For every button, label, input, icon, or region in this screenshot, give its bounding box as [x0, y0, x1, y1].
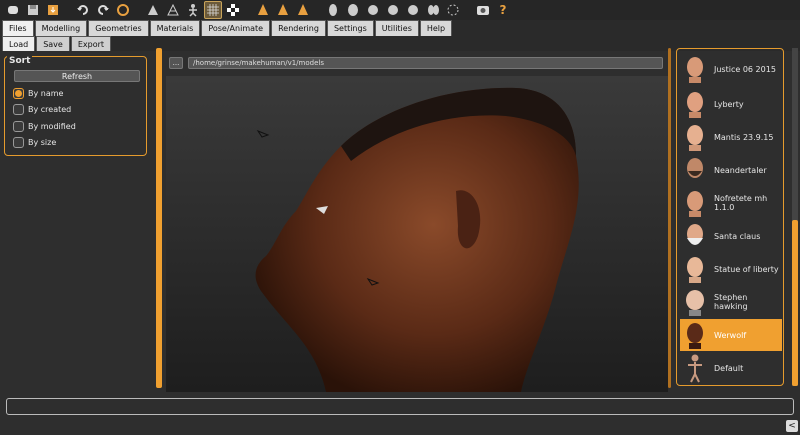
redo-icon[interactable]: [94, 1, 112, 19]
tab-geometries[interactable]: Geometries: [88, 20, 149, 36]
tab-materials[interactable]: Materials: [149, 20, 201, 36]
list-item[interactable]: Lyberty: [680, 88, 782, 120]
face-front-icon[interactable]: [324, 1, 342, 19]
tab-export[interactable]: Export: [70, 36, 112, 51]
tab-files[interactable]: Files: [2, 20, 34, 36]
face-side-icon[interactable]: [344, 1, 362, 19]
screenshot-icon[interactable]: [474, 1, 492, 19]
path-field[interactable]: /home/grinse/makehuman/v1/models: [188, 57, 663, 69]
tab-pose-animate[interactable]: Pose/Animate: [201, 20, 271, 36]
tab-load[interactable]: Load: [2, 36, 36, 51]
3d-viewport[interactable]: [166, 76, 668, 392]
avatar: [680, 54, 710, 84]
radio-icon[interactable]: [13, 103, 24, 115]
model-label: Stephen hawking: [714, 293, 748, 311]
camera-fit-icon[interactable]: [444, 1, 462, 19]
list-item-selected[interactable]: Werwolf: [680, 319, 782, 351]
model-label: Santa claus: [714, 231, 761, 241]
face-3q-icon[interactable]: [364, 1, 382, 19]
face-left-icon[interactable]: [404, 1, 422, 19]
sort-panel: Sort Refresh By name By created By modif…: [4, 56, 147, 156]
front-view-icon[interactable]: [254, 1, 272, 19]
browse-button[interactable]: ...: [169, 57, 183, 69]
model-label: Werwolf: [714, 330, 747, 340]
sort-by-modified[interactable]: By modified: [13, 119, 76, 133]
cursor-icon: [256, 129, 270, 138]
avatar: [680, 155, 710, 185]
tab-settings[interactable]: Settings: [326, 20, 374, 36]
model-label: Neandertaler: [714, 165, 767, 175]
sort-option-label: By size: [28, 137, 57, 147]
back-view-icon[interactable]: [294, 1, 312, 19]
tab-modelling[interactable]: Modelling: [34, 20, 88, 36]
sort-option-label: By created: [28, 104, 72, 114]
list-item[interactable]: Stephen hawking: [680, 286, 782, 318]
tab-save[interactable]: Save: [36, 36, 70, 51]
avatar: [680, 122, 710, 152]
model-label: Default: [714, 363, 744, 373]
face-right-icon[interactable]: [424, 1, 442, 19]
refresh-button[interactable]: Refresh: [14, 70, 140, 82]
model-label: Lyberty: [714, 99, 744, 109]
list-item[interactable]: Mantis 23.9.15: [680, 121, 782, 153]
main-menu: Files Modelling Geometries Materials Pos…: [0, 20, 800, 36]
avatar: [680, 254, 710, 284]
avatar: [680, 188, 710, 218]
model-label: Justice 06 2015: [714, 64, 776, 74]
model-label: Mantis 23.9.15: [714, 132, 774, 142]
sort-by-name[interactable]: By name: [13, 86, 63, 100]
main-toolbar: ?: [0, 0, 800, 20]
status-bar: [6, 398, 794, 415]
sort-option-label: By name: [28, 88, 64, 98]
list-item[interactable]: Default: [680, 352, 782, 384]
right-splitter[interactable]: [668, 48, 671, 388]
chevron-left-icon[interactable]: <: [786, 420, 798, 432]
head-render: [255, 87, 579, 392]
sort-option-label: By modified: [28, 121, 76, 131]
list-item[interactable]: Justice 06 2015: [680, 53, 782, 85]
model-list: Justice 06 2015 Lyberty Mantis 23.9.15 N…: [676, 48, 784, 386]
new-file-icon[interactable]: [4, 1, 22, 19]
list-item[interactable]: Santa claus: [680, 220, 782, 252]
export-icon[interactable]: [44, 1, 62, 19]
radio-icon[interactable]: [13, 120, 24, 132]
sort-by-created[interactable]: By created: [13, 102, 71, 116]
avatar: [680, 221, 710, 251]
grid-icon[interactable]: [204, 1, 222, 19]
left-splitter[interactable]: [156, 48, 162, 388]
avatar: [680, 89, 710, 119]
wireframe-icon[interactable]: [164, 1, 182, 19]
save-icon[interactable]: [24, 1, 42, 19]
avatar: [680, 287, 710, 317]
side-view-icon[interactable]: [274, 1, 292, 19]
model-label: Statue of liberty: [714, 264, 779, 274]
list-item[interactable]: Neandertaler: [680, 154, 782, 186]
sort-by-size[interactable]: By size: [13, 135, 56, 149]
model-label: Nofretete mh 1.1.0: [714, 194, 768, 212]
checker-icon[interactable]: [224, 1, 242, 19]
undo-icon[interactable]: [74, 1, 92, 19]
reset-icon[interactable]: [114, 1, 132, 19]
pose-icon[interactable]: [184, 1, 202, 19]
tab-utilities[interactable]: Utilities: [374, 20, 419, 36]
tab-rendering[interactable]: Rendering: [271, 20, 326, 36]
tab-help[interactable]: Help: [419, 20, 453, 36]
avatar: [680, 353, 710, 383]
help-icon[interactable]: ?: [494, 1, 512, 19]
radio-icon[interactable]: [13, 136, 24, 148]
face-top-icon[interactable]: [384, 1, 402, 19]
radio-selected-icon[interactable]: [13, 87, 24, 99]
avatar: [680, 320, 710, 350]
list-item[interactable]: Statue of liberty: [680, 253, 782, 285]
scrollbar-thumb[interactable]: [792, 220, 798, 386]
sort-title: Sort: [7, 56, 33, 66]
smooth-icon[interactable]: [144, 1, 162, 19]
head-shape: [255, 87, 579, 392]
list-item[interactable]: Nofretete mh 1.1.0: [680, 187, 782, 219]
